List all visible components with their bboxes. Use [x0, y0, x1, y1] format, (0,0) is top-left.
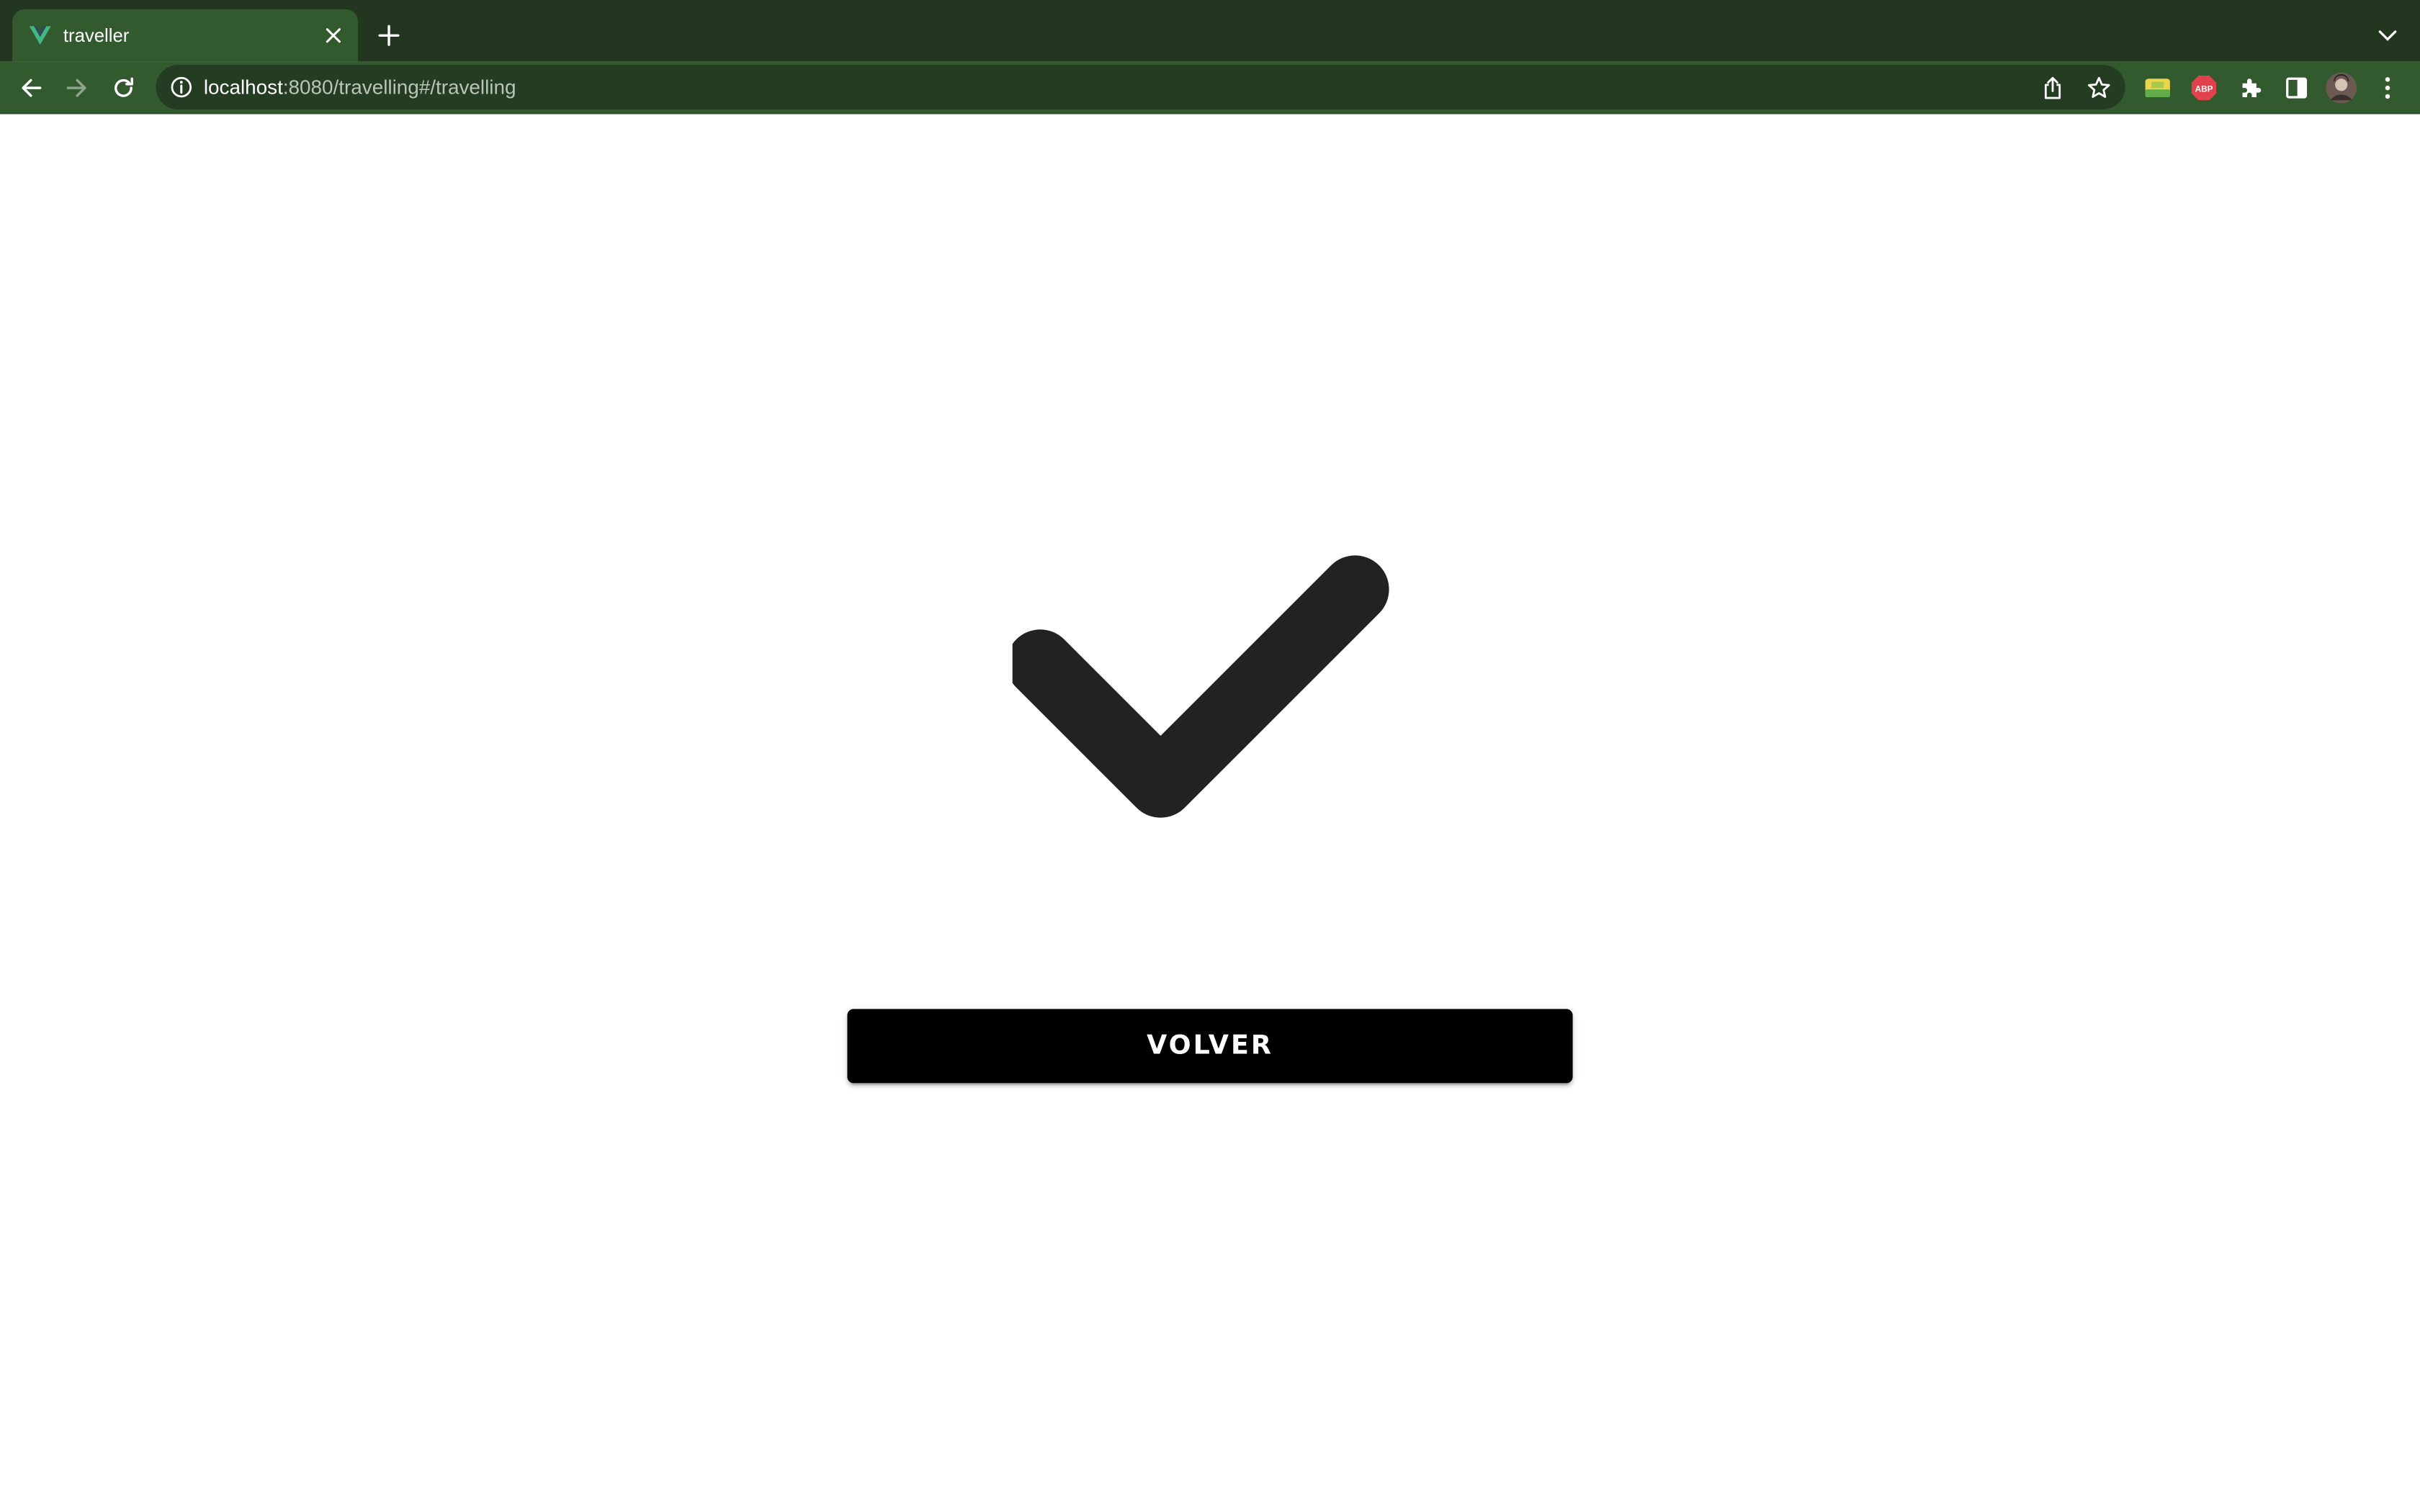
checkmark-icon [1006, 525, 1408, 818]
puzzle-extensions-icon[interactable] [2235, 73, 2266, 104]
forward-arrow-icon[interactable] [58, 69, 95, 106]
volver-button[interactable]: VOLVER [847, 1009, 1573, 1084]
extension-green-icon[interactable] [2142, 73, 2173, 104]
kebab-menu-icon[interactable] [2372, 73, 2403, 104]
bookmark-star-icon[interactable] [2085, 74, 2113, 102]
tab-strip: traveller [0, 0, 2420, 62]
side-panel-icon[interactable] [2281, 73, 2312, 104]
info-icon[interactable] [170, 76, 193, 99]
vue-logo-icon [28, 23, 53, 48]
reload-icon[interactable] [105, 69, 142, 106]
close-icon[interactable] [320, 22, 348, 50]
new-tab-plus-icon[interactable] [372, 19, 405, 53]
share-icon[interactable] [2039, 74, 2067, 102]
browser-toolbar: localhost:8080/travelling#/travelling AB… [0, 61, 2420, 114]
url-path: :8080/travelling#/travelling [282, 76, 516, 99]
profile-avatar[interactable] [2326, 72, 2357, 104]
url-text[interactable]: localhost:8080/travelling#/travelling [204, 74, 516, 100]
adblock-plus-icon[interactable]: ABP [2189, 73, 2220, 104]
chevron-down-icon[interactable] [2370, 19, 2404, 53]
tab-title: traveller [63, 24, 130, 47]
back-arrow-icon[interactable] [12, 69, 49, 106]
tab-traveller[interactable]: traveller [12, 9, 359, 62]
address-bar[interactable]: localhost:8080/travelling#/travelling [156, 65, 2125, 110]
svg-text:ABP: ABP [2195, 84, 2213, 94]
page-content: VOLVER [0, 114, 2420, 1512]
url-host: localhost [203, 76, 283, 99]
browser-window: traveller localhost:8080/travelling#/tra… [0, 0, 2420, 1512]
